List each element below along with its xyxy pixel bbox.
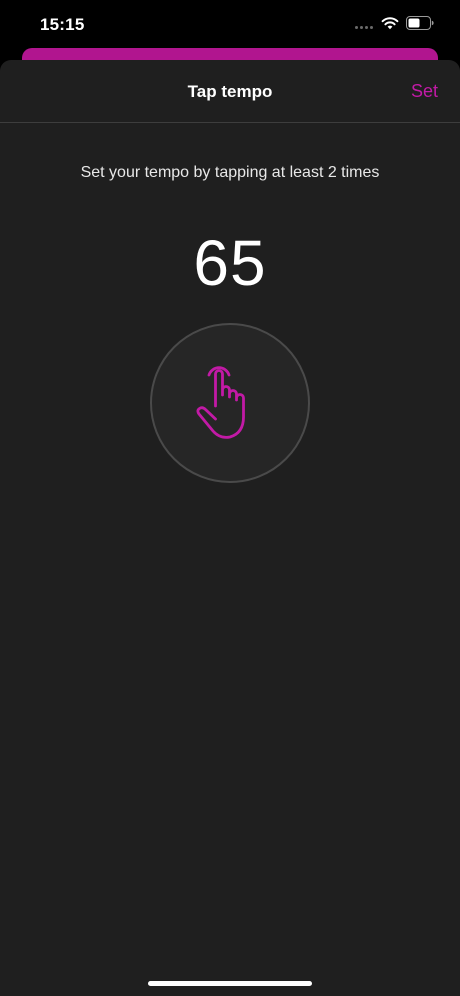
tempo-value: 65 bbox=[193, 227, 267, 299]
home-indicator[interactable] bbox=[148, 981, 312, 986]
wifi-icon bbox=[381, 17, 399, 30]
tap-hand-icon bbox=[196, 366, 245, 439]
signal-dots-icon bbox=[355, 26, 375, 30]
tap-button[interactable] bbox=[150, 323, 310, 483]
status-bar: 15:15 bbox=[0, 0, 460, 50]
battery-icon bbox=[406, 16, 434, 30]
sheet-header: Tap tempo Set bbox=[0, 60, 460, 123]
instruction-text: Set your tempo by tapping at least 2 tim… bbox=[80, 164, 380, 181]
status-time: 15:15 bbox=[40, 15, 85, 34]
sheet-title: Tap tempo bbox=[187, 82, 273, 101]
tap-tempo-sheet: Tap tempo Set Set your tempo by tapping … bbox=[0, 60, 460, 996]
set-button[interactable]: Set bbox=[411, 81, 438, 102]
